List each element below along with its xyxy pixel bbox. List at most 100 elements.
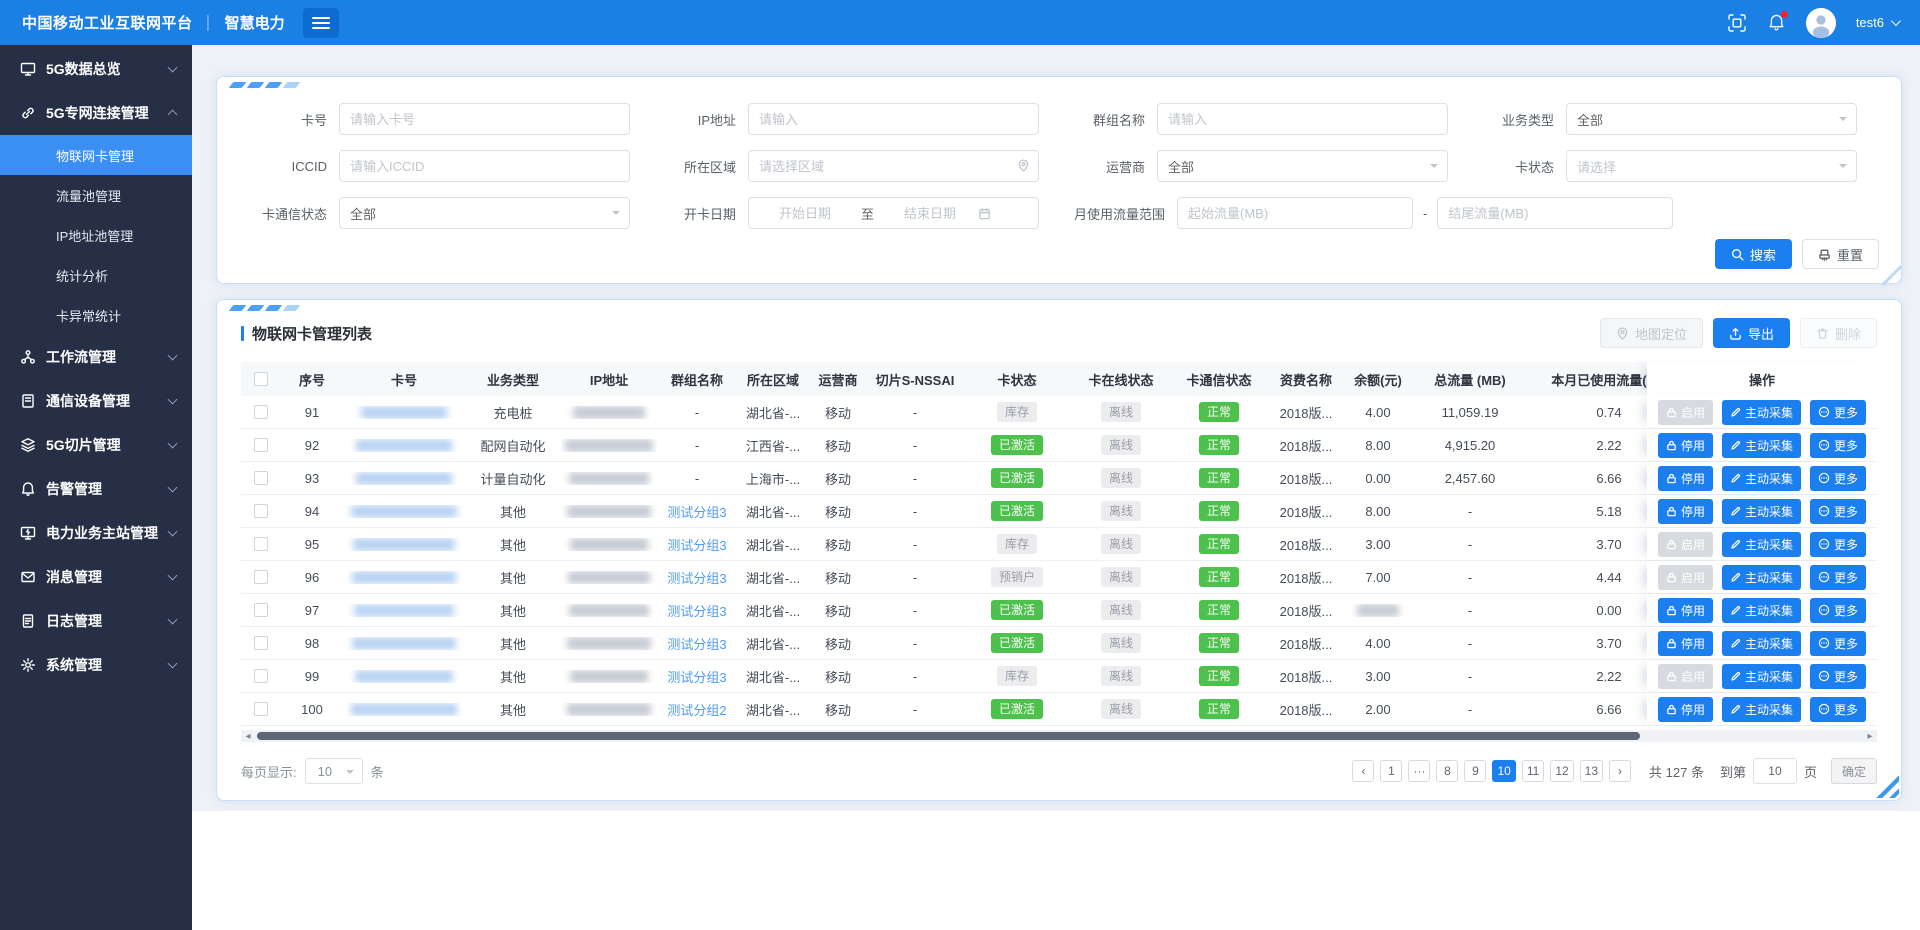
sidebar-item-alarm[interactable]: 告警管理	[0, 467, 192, 511]
active-collect-button[interactable]: 主动采集	[1722, 466, 1801, 491]
more-button[interactable]: 更多	[1810, 598, 1866, 623]
more-button[interactable]: 更多	[1810, 697, 1866, 722]
more-button[interactable]: 更多	[1810, 400, 1866, 425]
next-page-button[interactable]: ›	[1609, 760, 1631, 782]
prev-page-button[interactable]: ‹	[1352, 760, 1374, 782]
flow-start-input[interactable]	[1177, 197, 1413, 229]
toggle-enable-button[interactable]: 停用	[1658, 433, 1713, 458]
sidebar-subitem-ip-pool-mgmt[interactable]: IP地址池管理	[0, 215, 192, 255]
more-button[interactable]: 更多	[1810, 466, 1866, 491]
active-collect-button[interactable]: 主动采集	[1722, 565, 1801, 590]
more-button[interactable]: 更多	[1810, 565, 1866, 590]
user-avatar[interactable]	[1806, 8, 1836, 38]
operator-select[interactable]: 全部	[1157, 150, 1448, 182]
active-collect-button[interactable]: 主动采集	[1722, 598, 1801, 623]
group-name-cell[interactable]: 测试分组2	[657, 700, 737, 719]
toggle-enable-button[interactable]: 停用	[1658, 466, 1713, 491]
more-button[interactable]: 更多	[1810, 433, 1866, 458]
row-checkbox[interactable]	[254, 405, 268, 419]
goto-confirm-button[interactable]: 确定	[1831, 758, 1877, 784]
toggle-enable-button[interactable]: 停用	[1658, 598, 1713, 623]
row-checkbox[interactable]	[254, 702, 268, 716]
group-name-cell[interactable]: 测试分组3	[657, 568, 737, 587]
page-button[interactable]: 13	[1580, 760, 1603, 782]
group-name-cell[interactable]: 测试分组3	[657, 502, 737, 521]
sidebar-subitem-flow-pool-mgmt[interactable]: 流量池管理	[0, 175, 192, 215]
notification-bell-icon[interactable]	[1767, 13, 1786, 32]
export-button[interactable]: 导出	[1713, 318, 1790, 348]
group-name-cell[interactable]: 测试分组3	[657, 535, 737, 554]
fullscreen-icon[interactable]	[1727, 13, 1747, 33]
delete-button[interactable]: 删除	[1800, 318, 1877, 348]
group-name-input[interactable]	[1157, 103, 1448, 135]
page-button[interactable]: 1	[1380, 760, 1402, 782]
row-checkbox[interactable]	[254, 438, 268, 452]
scrollbar-thumb[interactable]	[257, 732, 1640, 740]
row-checkbox[interactable]	[254, 471, 268, 485]
scroll-left-arrow-icon[interactable]: ◂	[241, 730, 255, 742]
page-button[interactable]: 8	[1436, 760, 1458, 782]
toggle-enable-button[interactable]: 启用	[1658, 532, 1713, 557]
toggle-enable-button[interactable]: 启用	[1658, 565, 1713, 590]
user-menu[interactable]: test6	[1856, 15, 1898, 30]
active-collect-button[interactable]: 主动采集	[1722, 664, 1801, 689]
toggle-enable-button[interactable]: 启用	[1658, 400, 1713, 425]
sidebar-item-system[interactable]: 系统管理	[0, 643, 192, 687]
goto-page-input[interactable]	[1753, 758, 1797, 784]
row-checkbox[interactable]	[254, 669, 268, 683]
comm-status-select[interactable]: 全部	[339, 197, 630, 229]
sidebar-subitem-card-anomaly[interactable]: 卡异常统计	[0, 295, 192, 335]
reset-button[interactable]: 重置	[1802, 239, 1879, 269]
map-locate-button[interactable]: 地图定位	[1600, 318, 1703, 348]
page-button[interactable]: 11	[1522, 760, 1544, 782]
card-status-select[interactable]: 请选择	[1566, 150, 1857, 182]
scrollbar-track[interactable]	[255, 730, 1863, 742]
sidebar-item-5g-network-connection[interactable]: 5G专网连接管理	[0, 91, 192, 135]
row-checkbox[interactable]	[254, 636, 268, 650]
end-date-input[interactable]	[882, 206, 978, 221]
toggle-enable-button[interactable]: 停用	[1658, 499, 1713, 524]
sidebar-item-5g-slice[interactable]: 5G切片管理	[0, 423, 192, 467]
search-button[interactable]: 搜索	[1715, 239, 1792, 269]
sidebar-subitem-statistics[interactable]: 统计分析	[0, 255, 192, 295]
group-name-cell[interactable]: 测试分组3	[657, 667, 737, 686]
toggle-enable-button[interactable]: 启用	[1658, 664, 1713, 689]
open-date-range-picker[interactable]: 至	[748, 197, 1039, 229]
region-input[interactable]	[748, 150, 1039, 182]
row-checkbox[interactable]	[254, 504, 268, 518]
start-date-input[interactable]	[757, 206, 853, 221]
active-collect-button[interactable]: 主动采集	[1722, 532, 1801, 557]
sidebar-subitem-iot-card-mgmt[interactable]: 物联网卡管理	[0, 135, 192, 175]
sidebar-item-power-master-station[interactable]: 电力业务主站管理	[0, 511, 192, 555]
more-button[interactable]: 更多	[1810, 664, 1866, 689]
toggle-enable-button[interactable]: 停用	[1658, 697, 1713, 722]
sidebar-item-workflow[interactable]: 工作流管理	[0, 335, 192, 379]
menu-collapse-icon[interactable]	[303, 8, 339, 38]
sidebar-item-log[interactable]: 日志管理	[0, 599, 192, 643]
page-ellipsis-button[interactable]: ···	[1408, 760, 1430, 782]
flow-end-input[interactable]	[1437, 197, 1673, 229]
active-collect-button[interactable]: 主动采集	[1722, 697, 1801, 722]
page-size-select[interactable]: 10	[305, 758, 363, 784]
more-button[interactable]: 更多	[1810, 532, 1866, 557]
toggle-enable-button[interactable]: 停用	[1658, 631, 1713, 656]
ip-input[interactable]	[748, 103, 1039, 135]
iccid-input[interactable]	[339, 150, 630, 182]
sidebar-item-message[interactable]: 消息管理	[0, 555, 192, 599]
scroll-right-arrow-icon[interactable]: ▸	[1863, 730, 1877, 742]
more-button[interactable]: 更多	[1810, 631, 1866, 656]
active-collect-button[interactable]: 主动采集	[1722, 499, 1801, 524]
active-collect-button[interactable]: 主动采集	[1722, 400, 1801, 425]
row-checkbox[interactable]	[254, 603, 268, 617]
page-button[interactable]: 10	[1492, 760, 1515, 782]
sidebar-item-comm-device[interactable]: 通信设备管理	[0, 379, 192, 423]
select-all-checkbox[interactable]	[254, 372, 268, 386]
business-type-select[interactable]: 全部	[1566, 103, 1857, 135]
card-no-input[interactable]	[339, 103, 630, 135]
page-button[interactable]: 9	[1464, 760, 1486, 782]
active-collect-button[interactable]: 主动采集	[1722, 631, 1801, 656]
group-name-cell[interactable]: 测试分组3	[657, 634, 737, 653]
group-name-cell[interactable]: 测试分组3	[657, 601, 737, 620]
more-button[interactable]: 更多	[1810, 499, 1866, 524]
row-checkbox[interactable]	[254, 570, 268, 584]
